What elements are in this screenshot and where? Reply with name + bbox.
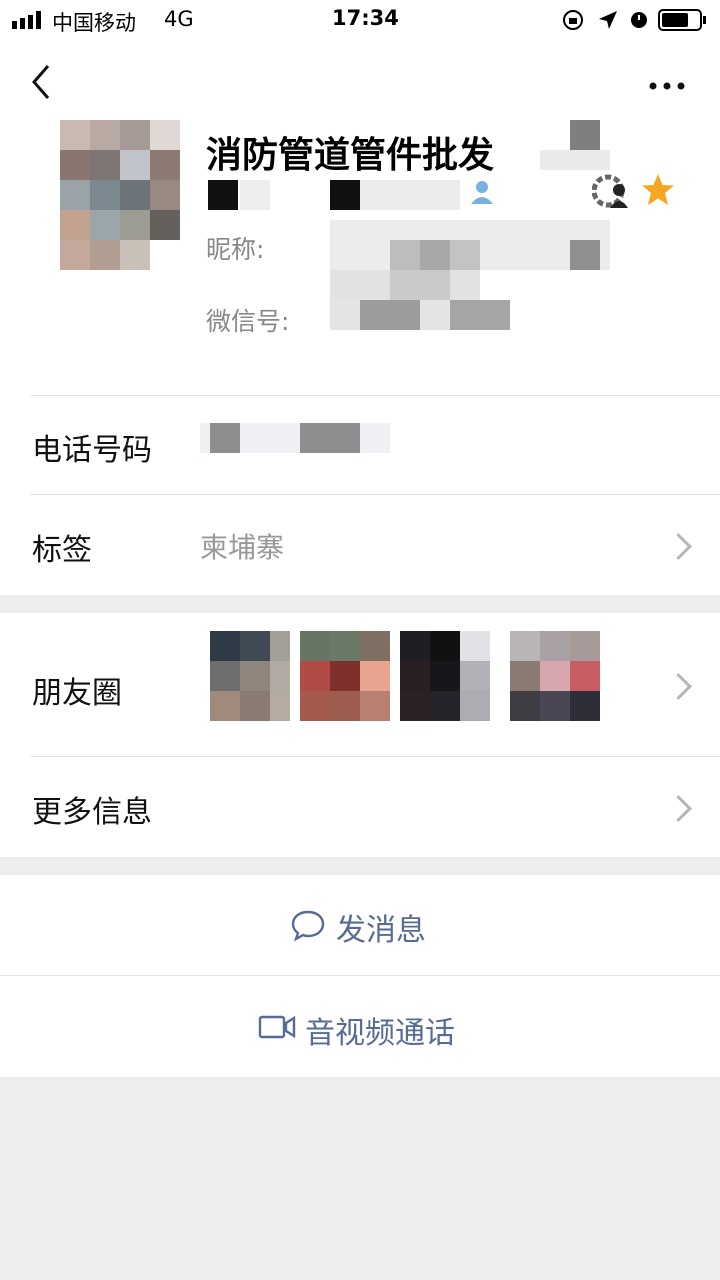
send-message-button[interactable]: 发消息 — [0, 875, 720, 975]
moments-label: 朋友圈 — [32, 676, 122, 711]
carrier-label: 中国移动 — [52, 11, 136, 35]
chevron-right-icon — [665, 673, 692, 700]
tags-label: 标签 — [32, 533, 92, 568]
redacted-block — [360, 180, 460, 210]
redacted-block — [450, 240, 480, 270]
moments-photo — [200, 631, 290, 731]
moments-photo — [300, 631, 390, 731]
orientation-lock-icon — [562, 9, 584, 35]
more-info-label: 更多信息 — [32, 795, 152, 830]
moments-row[interactable]: 朋友圈 — [0, 613, 720, 756]
profile-card: 消防管道管件批发 昵称: 微信号: — [0, 40, 720, 395]
network-label: 4G — [164, 7, 194, 31]
redacted-block — [210, 423, 240, 453]
back-button[interactable] — [26, 62, 56, 106]
chat-bubble-icon — [290, 909, 326, 945]
chevron-left-icon — [32, 65, 50, 99]
more-info-row[interactable]: 更多信息 — [0, 757, 720, 857]
chevron-right-icon — [665, 795, 692, 822]
alarm-icon — [628, 8, 650, 34]
redacted-block — [450, 300, 510, 330]
moments-photo — [400, 631, 490, 731]
status-bar: 中国移动 4G 17:34 — [0, 0, 720, 40]
battery-icon — [658, 9, 708, 35]
wechat-id-label: 微信号: — [206, 307, 290, 336]
redacted-block — [330, 180, 360, 210]
redacted-block — [570, 120, 600, 150]
av-call-label: 音视频通话 — [305, 1016, 455, 1051]
redacted-block — [540, 150, 610, 170]
redacted-block — [390, 240, 420, 270]
tags-value: 柬埔寨 — [200, 531, 285, 564]
video-camera-icon — [258, 1014, 296, 1044]
avatar[interactable] — [60, 120, 180, 270]
send-message-label: 发消息 — [336, 913, 426, 948]
wecom-icon — [591, 174, 632, 214]
more-button[interactable] — [648, 76, 686, 95]
contact-name: 消防管道管件批发 — [206, 135, 495, 176]
redacted-block — [390, 270, 450, 300]
redacted-block — [240, 180, 270, 210]
redacted-block — [420, 240, 450, 270]
chevron-right-icon — [665, 533, 692, 560]
redacted-block — [208, 180, 238, 210]
location-icon — [597, 9, 619, 35]
nickname-label: 昵称: — [206, 235, 265, 264]
actions-section: 发消息 音视频通话 — [0, 875, 720, 1077]
phone-label: 电话号码 — [32, 433, 152, 468]
person-badge-icon — [468, 178, 496, 210]
redacted-block — [360, 300, 420, 330]
more-dots-icon — [649, 82, 685, 90]
tags-row[interactable]: 标签 柬埔寨 — [0, 495, 720, 595]
av-call-button[interactable]: 音视频通话 — [0, 976, 720, 1077]
redacted-block — [570, 240, 600, 270]
clock: 17:34 — [332, 6, 399, 30]
moments-photo — [500, 631, 600, 731]
star-icon[interactable] — [640, 172, 676, 212]
redacted-block — [300, 423, 360, 453]
phone-row[interactable]: 电话号码 — [0, 395, 720, 495]
signal-icon — [12, 11, 46, 29]
info-section: 电话号码 标签 柬埔寨 — [0, 395, 720, 595]
moments-section: 朋友圈 更多信息 — [0, 613, 720, 857]
